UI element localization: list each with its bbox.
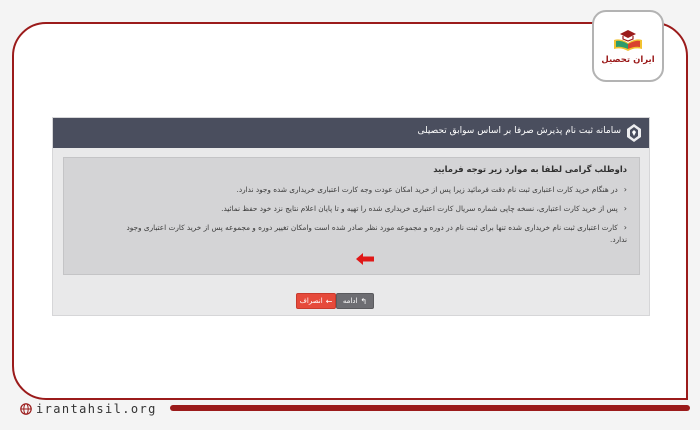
notice-item: ‹در هنگام خرید کارت اعتباری ثبت نام دقت …: [236, 185, 627, 194]
chevron-left-icon: ‹: [623, 185, 627, 194]
app-window: سامانه ثبت نام پذیرش صرفا بر اساس سوابق …: [52, 117, 650, 316]
chevron-left-icon: ‹: [623, 204, 627, 213]
university-emblem-icon: [627, 124, 641, 142]
notice-item: ‹کارت اعتباری ثبت نام خریداری شده تنها ب…: [126, 223, 627, 232]
reply-arrow-icon: ↰: [360, 296, 368, 306]
notice-item: ‹پس از خرید کارت اعتباری، نسخه چاپی شمار…: [221, 204, 627, 213]
site-url[interactable]: irantahsil.org: [20, 398, 157, 420]
chevron-left-icon: ‹: [623, 223, 627, 232]
brand-logo: ایران تحصیل: [592, 10, 664, 82]
globe-icon: [20, 403, 32, 415]
arrow-left-icon: ←: [325, 296, 333, 306]
app-header-title: سامانه ثبت نام پذیرش صرفا بر اساس سوابق …: [417, 126, 621, 136]
book-logo-icon: [614, 30, 642, 51]
app-header: سامانه ثبت نام پذیرش صرفا بر اساس سوابق …: [53, 118, 649, 148]
notice-heading: داوطلب گرامی لطفا به موارد زیر توجه فرما…: [433, 164, 627, 174]
notice-item-continuation: ندارد.: [610, 235, 627, 244]
red-pointer-arrow-icon: [356, 253, 374, 265]
brand-name: ایران تحصیل: [601, 55, 655, 65]
footer-accent-line: [170, 405, 690, 411]
notice-panel: داوطلب گرامی لطفا به موارد زیر توجه فرما…: [63, 157, 640, 309]
continue-button[interactable]: ↰ ادامه: [336, 293, 374, 309]
cancel-button[interactable]: ← انصراف: [296, 293, 336, 309]
